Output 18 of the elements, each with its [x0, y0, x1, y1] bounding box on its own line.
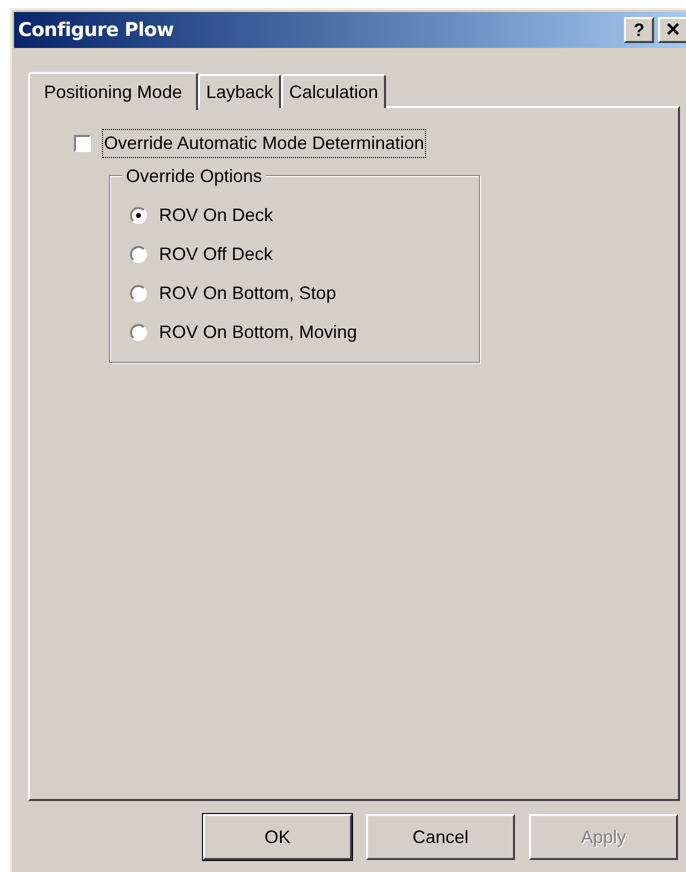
- tab[interactable]: Positioning Mode: [28, 72, 198, 110]
- radio-label[interactable]: ROV On Bottom, Stop: [159, 280, 336, 307]
- tab[interactable]: Layback: [198, 74, 282, 108]
- close-button[interactable]: ×: [658, 17, 686, 43]
- radio-label[interactable]: ROV Off Deck: [159, 241, 273, 268]
- radio-button[interactable]: [130, 207, 147, 224]
- tab[interactable]: Calculation: [281, 74, 386, 108]
- checkbox-label[interactable]: Override Automatic Mode Determination: [103, 130, 426, 157]
- dialog-button[interactable]: OK: [203, 814, 352, 860]
- radio-button[interactable]: [130, 246, 147, 263]
- radio-button[interactable]: [130, 324, 147, 341]
- checkbox[interactable]: [74, 135, 91, 152]
- window-title: Configure Plow: [18, 18, 174, 43]
- radio-label[interactable]: ROV On Deck: [159, 202, 274, 229]
- radio-button[interactable]: [130, 285, 147, 302]
- dialog-button[interactable]: Cancel: [366, 814, 515, 860]
- radio-label[interactable]: ROV On Bottom, Moving: [159, 319, 358, 346]
- help-button[interactable]: ?: [624, 17, 654, 43]
